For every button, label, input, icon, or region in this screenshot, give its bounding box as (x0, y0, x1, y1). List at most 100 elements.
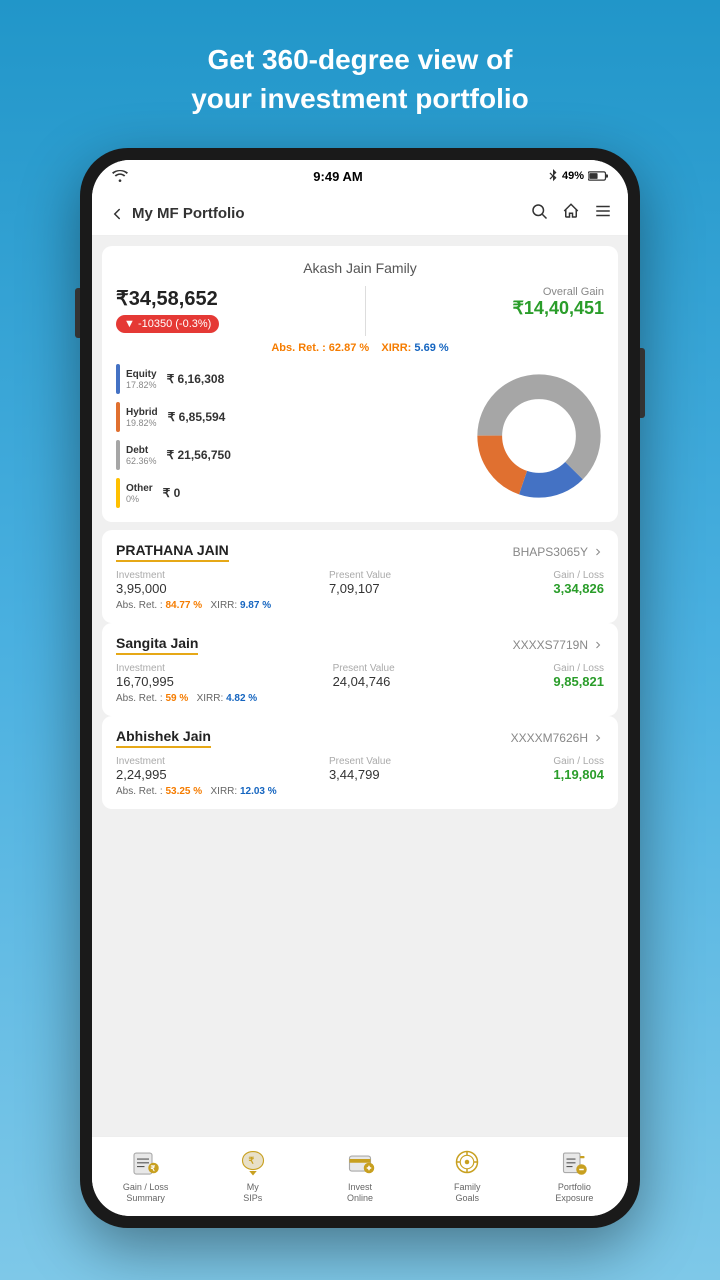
gain-loss-col-0: Gain / Loss 3,34,826 (553, 570, 604, 596)
nav-sips[interactable]: ₹ MySIPs (199, 1146, 306, 1204)
investment-col-0: Investment 3,95,000 (116, 570, 167, 596)
overall-gain-value: ₹14,40,451 (512, 298, 604, 319)
debt-dot (116, 440, 120, 470)
sips-icon: ₹ (237, 1146, 269, 1178)
family-goals-label: FamilyGoals (454, 1182, 481, 1204)
xirr-value: 5.69 % (414, 342, 448, 354)
person-header-1: Sangita Jain XXXXS7719N (116, 635, 604, 655)
person-card-2: Abhishek Jain XXXXM7626H Investment 2,24… (102, 716, 618, 809)
hybrid-value: ₹ 6,85,594 (168, 410, 226, 424)
equity-info: Equity 17.82% (126, 369, 157, 390)
status-bar: 9:49 AM 49% (92, 160, 628, 192)
equity-dot (116, 364, 120, 394)
gain-loss-col-1: Gain / Loss 9,85,821 (553, 663, 604, 689)
equity-name: Equity (126, 369, 157, 380)
bottom-nav: ₹ Gain / LossSummary ₹ MySIPs (92, 1136, 628, 1216)
chart-row: Equity 17.82% ₹ 6,16,308 Hybrid 19.82% (116, 364, 604, 508)
donut-chart (474, 371, 604, 501)
abs-ret-text: Abs. Ret. : (271, 342, 328, 354)
portfolio-values: ₹34,58,652 ▼ -10350 (-0.3%) Overall Gain… (116, 286, 604, 336)
total-value: ₹34,58,652 (116, 286, 219, 311)
back-icon (108, 205, 126, 223)
debt-value: ₹ 21,56,750 (167, 448, 231, 462)
nav-invest[interactable]: InvestOnline (306, 1146, 413, 1204)
chevron-right-icon (592, 639, 604, 651)
battery-text: 49% (562, 170, 584, 182)
category-debt: Debt 62.36% ₹ 21,56,750 (116, 440, 474, 470)
search-icon[interactable] (530, 202, 548, 225)
debt-pct: 62.36% (126, 456, 157, 466)
phone-mockup: 9:49 AM 49% My MF Po (80, 148, 640, 1228)
nav-portfolio-exposure[interactable]: PortfolioExposure (521, 1146, 628, 1204)
svg-text:₹: ₹ (150, 1164, 155, 1173)
equity-pct: 17.82% (126, 380, 157, 390)
person-id-2[interactable]: XXXXM7626H (511, 731, 604, 745)
person-name-0: PRATHANA JAIN (116, 542, 229, 562)
person-abs-2: Abs. Ret. : 53.25 % XIRR: 12.03 % (116, 786, 604, 797)
debt-name: Debt (126, 445, 157, 456)
chevron-right-icon (592, 732, 604, 744)
menu-icon[interactable] (594, 202, 612, 225)
hero-line2: your investment portfolio (191, 79, 529, 118)
present-value-col-1: Present Value 24,04,746 (333, 663, 395, 689)
other-name: Other (126, 483, 153, 494)
person-header-2: Abhishek Jain XXXXM7626H (116, 728, 604, 748)
status-left (112, 170, 128, 182)
phone-screen: 9:49 AM 49% My MF Po (92, 160, 628, 1216)
home-icon[interactable] (562, 202, 580, 225)
category-other: Other 0% ₹ 0 (116, 478, 474, 508)
person-metrics-2: Investment 2,24,995 Present Value 3,44,7… (116, 756, 604, 782)
gain-loss-icon: ₹ (130, 1146, 162, 1178)
nav-bar: My MF Portfolio (92, 192, 628, 236)
hero-text: Get 360-degree view of your investment p… (131, 40, 589, 118)
family-title: Akash Jain Family (116, 260, 604, 276)
svg-text:₹: ₹ (248, 1156, 254, 1166)
person-id-1[interactable]: XXXXS7719N (513, 638, 604, 652)
person-header-0: PRATHANA JAIN BHAPS3065Y (116, 542, 604, 562)
investment-col-2: Investment 2,24,995 (116, 756, 167, 782)
status-time: 9:49 AM (313, 169, 362, 184)
hero-line1: Get 360-degree view of (191, 40, 529, 79)
bluetooth-icon (548, 169, 558, 183)
debt-info: Debt 62.36% (126, 445, 157, 466)
person-id-0[interactable]: BHAPS3065Y (513, 545, 604, 559)
other-info: Other 0% (126, 483, 153, 504)
status-right: 49% (548, 169, 608, 183)
summary-card: Akash Jain Family ₹34,58,652 ▼ -10350 (-… (102, 246, 618, 522)
invest-icon (344, 1146, 376, 1178)
present-value-col-2: Present Value 3,44,799 (329, 756, 391, 782)
side-button-right (640, 348, 645, 418)
person-abs-1: Abs. Ret. : 59 % XIRR: 4.82 % (116, 693, 604, 704)
investment-col-1: Investment 16,70,995 (116, 663, 174, 689)
nav-actions (530, 202, 612, 225)
other-value: ₹ 0 (163, 486, 181, 500)
nav-family-goals[interactable]: FamilyGoals (414, 1146, 521, 1204)
overall-gain-label: Overall Gain (512, 286, 604, 298)
family-goals-icon (451, 1146, 483, 1178)
abs-ret-row: Abs. Ret. : 62.87 % XIRR: 5.69 % (116, 342, 604, 354)
person-name-2: Abhishek Jain (116, 728, 211, 748)
divider (365, 286, 366, 336)
person-name-1: Sangita Jain (116, 635, 198, 655)
hybrid-dot (116, 402, 120, 432)
category-equity: Equity 17.82% ₹ 6,16,308 (116, 364, 474, 394)
chevron-right-icon (592, 546, 604, 558)
wifi-icon (112, 170, 128, 182)
exposure-icon (558, 1146, 590, 1178)
gain-section: Overall Gain ₹14,40,451 (512, 286, 604, 319)
page-title: My MF Portfolio (132, 205, 245, 222)
category-hybrid: Hybrid 19.82% ₹ 6,85,594 (116, 402, 474, 432)
other-dot (116, 478, 120, 508)
person-card-0: PRATHANA JAIN BHAPS3065Y Investment 3,95… (102, 530, 618, 623)
nav-back[interactable]: My MF Portfolio (108, 205, 245, 223)
hybrid-pct: 19.82% (126, 418, 158, 428)
xirr-label: XIRR: (381, 342, 414, 354)
change-badge: ▼ -10350 (-0.3%) (116, 315, 219, 333)
side-button-left (75, 288, 80, 338)
person-cards: PRATHANA JAIN BHAPS3065Y Investment 3,95… (102, 530, 618, 809)
nav-gain-loss[interactable]: ₹ Gain / LossSummary (92, 1146, 199, 1204)
person-abs-0: Abs. Ret. : 84.77 % XIRR: 9.87 % (116, 600, 604, 611)
person-metrics-1: Investment 16,70,995 Present Value 24,04… (116, 663, 604, 689)
hybrid-name: Hybrid (126, 407, 158, 418)
battery-icon (588, 170, 608, 182)
